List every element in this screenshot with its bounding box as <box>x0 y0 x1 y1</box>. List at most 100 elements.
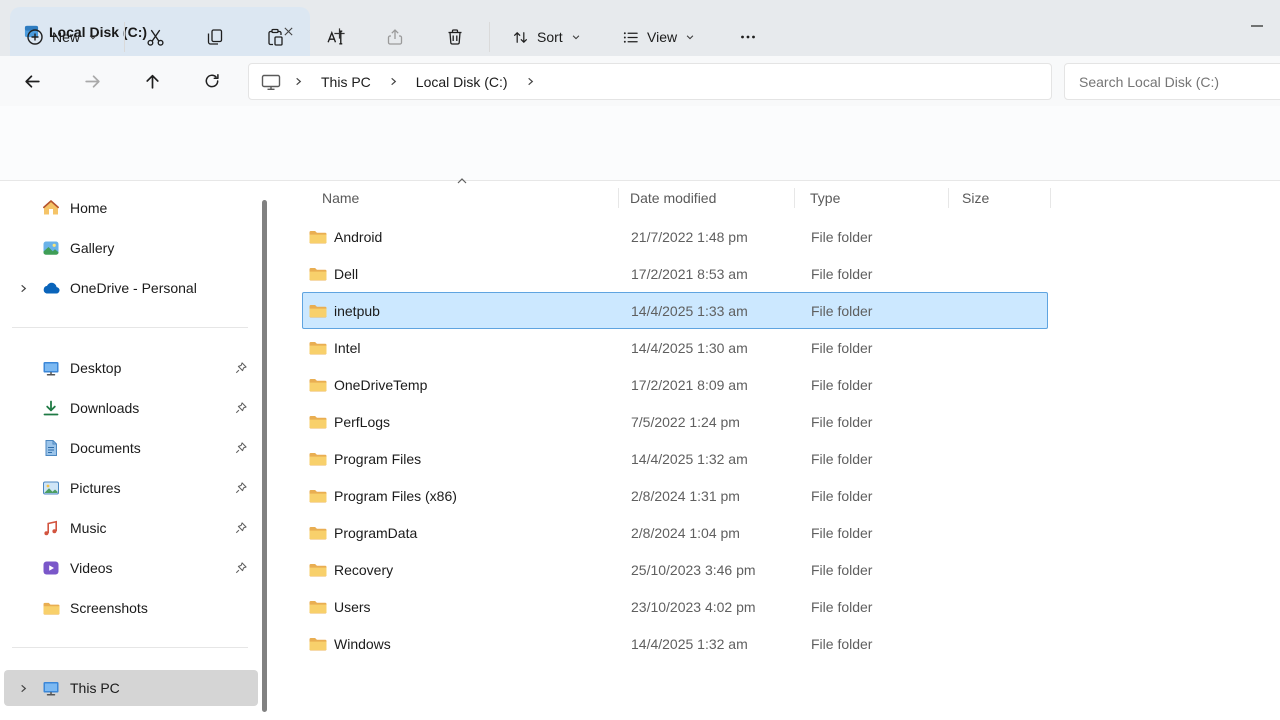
file-type: File folder <box>811 488 872 504</box>
file-row[interactable]: ProgramData 2/8/2024 1:04 pm File folder <box>302 514 1048 551</box>
file-type: File folder <box>811 377 872 393</box>
folder-icon <box>308 377 328 393</box>
file-type: File folder <box>811 229 872 245</box>
folder-icon <box>308 488 328 504</box>
file-row[interactable]: PerfLogs 7/5/2022 1:24 pm File folder <box>302 403 1048 440</box>
share-button[interactable] <box>375 17 415 57</box>
chevron-right-icon[interactable] <box>18 683 34 694</box>
sidebar-item-this-pc[interactable]: This PC <box>4 670 258 706</box>
chevron-right-icon[interactable] <box>289 76 308 87</box>
copy-button[interactable] <box>195 17 235 57</box>
file-row[interactable]: Android 21/7/2022 1:48 pm File folder <box>302 218 1048 255</box>
downloads-icon <box>40 399 62 417</box>
pin-icon <box>234 521 248 535</box>
file-row[interactable]: Intel 14/4/2025 1:30 am File folder <box>302 329 1048 366</box>
sidebar-item-music[interactable]: Music <box>4 510 258 546</box>
file-row[interactable]: Windows 14/4/2025 1:32 am File folder <box>302 625 1048 662</box>
sidebar-item-pictures[interactable]: Pictures <box>4 470 258 506</box>
sidebar-item-downloads[interactable]: Downloads <box>4 390 258 426</box>
file-row[interactable]: Users 23/10/2023 4:02 pm File folder <box>302 588 1048 625</box>
column-header-type[interactable]: Type <box>810 190 840 206</box>
sidebar-item-label: Downloads <box>70 400 234 416</box>
delete-button[interactable] <box>435 17 475 57</box>
file-row[interactable]: Recovery 25/10/2023 3:46 pm File folder <box>302 551 1048 588</box>
file-row[interactable]: Program Files (x86) 2/8/2024 1:31 pm Fil… <box>302 477 1048 514</box>
sidebar-item-screenshots[interactable]: Screenshots <box>4 590 258 626</box>
sidebar-item-gallery[interactable]: Gallery <box>4 230 258 266</box>
file-list: Android 21/7/2022 1:48 pm File folder De… <box>302 218 1048 662</box>
column-separator[interactable] <box>1050 188 1051 208</box>
chevron-right-icon[interactable] <box>521 76 540 87</box>
minimize-icon <box>1250 19 1264 33</box>
sidebar-divider <box>12 647 248 648</box>
sidebar-item-documents[interactable]: Documents <box>4 430 258 466</box>
chevron-right-icon[interactable] <box>384 76 403 87</box>
column-header-name[interactable]: Name <box>322 190 359 206</box>
sidebar-item-label: Screenshots <box>70 600 258 616</box>
address-bar[interactable]: This PC Local Disk (C:) <box>248 63 1052 100</box>
file-name: OneDriveTemp <box>334 377 427 393</box>
sidebar-item-label: This PC <box>70 680 258 696</box>
music-icon <box>40 519 62 537</box>
sidebar-item-onedrive[interactable]: OneDrive - Personal <box>4 270 258 306</box>
file-date-modified: 14/4/2025 1:32 am <box>631 451 748 467</box>
paste-button[interactable] <box>255 17 295 57</box>
folder-icon <box>308 266 328 282</box>
search-input[interactable] <box>1079 74 1277 90</box>
pictures-icon <box>40 479 62 497</box>
folder-icon <box>308 525 328 541</box>
file-date-modified: 25/10/2023 3:46 pm <box>631 562 756 578</box>
folder-icon <box>308 229 328 245</box>
refresh-button[interactable] <box>195 64 229 98</box>
column-header-date-modified[interactable]: Date modified <box>630 190 716 206</box>
new-button[interactable]: New <box>16 17 108 57</box>
folder-icon <box>308 451 328 467</box>
file-date-modified: 17/2/2021 8:09 am <box>631 377 748 393</box>
search-box[interactable] <box>1064 63 1280 100</box>
file-row[interactable]: Program Files 14/4/2025 1:32 am File fol… <box>302 440 1048 477</box>
minimize-button[interactable] <box>1234 6 1280 46</box>
file-date-modified: 14/4/2025 1:30 am <box>631 340 748 356</box>
file-date-modified: 7/5/2022 1:24 pm <box>631 414 740 430</box>
pin-icon <box>234 481 248 495</box>
file-row-selected[interactable]: inetpub 14/4/2025 1:33 am File folder <box>302 292 1048 329</box>
chevron-down-icon <box>685 32 695 42</box>
file-name: PerfLogs <box>334 414 390 430</box>
forward-arrow-icon <box>83 72 102 91</box>
share-icon <box>386 28 404 46</box>
sidebar-item-desktop[interactable]: Desktop <box>4 350 258 386</box>
more-options-button[interactable] <box>728 17 768 57</box>
folder-icon <box>308 303 328 319</box>
file-row[interactable]: OneDriveTemp 17/2/2021 8:09 am File fold… <box>302 366 1048 403</box>
folder-icon <box>308 599 328 615</box>
rename-button[interactable] <box>315 17 355 57</box>
sidebar-item-label: OneDrive - Personal <box>70 280 258 296</box>
back-button[interactable] <box>15 64 49 98</box>
command-toolbar <box>0 106 1280 181</box>
forward-button[interactable] <box>75 64 109 98</box>
view-button[interactable]: View <box>612 17 705 57</box>
breadcrumb-this-pc[interactable]: This PC <box>310 69 382 95</box>
column-separator[interactable] <box>794 188 795 208</box>
cut-button[interactable] <box>135 17 175 57</box>
column-separator[interactable] <box>618 188 619 208</box>
folder-icon <box>308 414 328 430</box>
sidebar-scrollbar[interactable] <box>262 200 267 712</box>
paste-icon <box>266 28 284 46</box>
pin-icon <box>234 441 248 455</box>
file-date-modified: 2/8/2024 1:04 pm <box>631 525 740 541</box>
chevron-right-icon[interactable] <box>18 283 34 294</box>
this-pc-icon <box>40 679 62 697</box>
pin-icon <box>234 401 248 415</box>
plus-circle-icon <box>26 28 44 46</box>
up-button[interactable] <box>135 64 169 98</box>
file-type: File folder <box>811 562 872 578</box>
sidebar-item-videos[interactable]: Videos <box>4 550 258 586</box>
sort-button[interactable]: Sort <box>502 17 591 57</box>
sidebar-item-label: Gallery <box>70 240 258 256</box>
toolbar-divider <box>489 22 490 52</box>
column-separator[interactable] <box>948 188 949 208</box>
breadcrumb-local-disk[interactable]: Local Disk (C:) <box>405 69 519 95</box>
file-row[interactable]: Dell 17/2/2021 8:53 am File folder <box>302 255 1048 292</box>
column-header-size[interactable]: Size <box>962 190 989 206</box>
